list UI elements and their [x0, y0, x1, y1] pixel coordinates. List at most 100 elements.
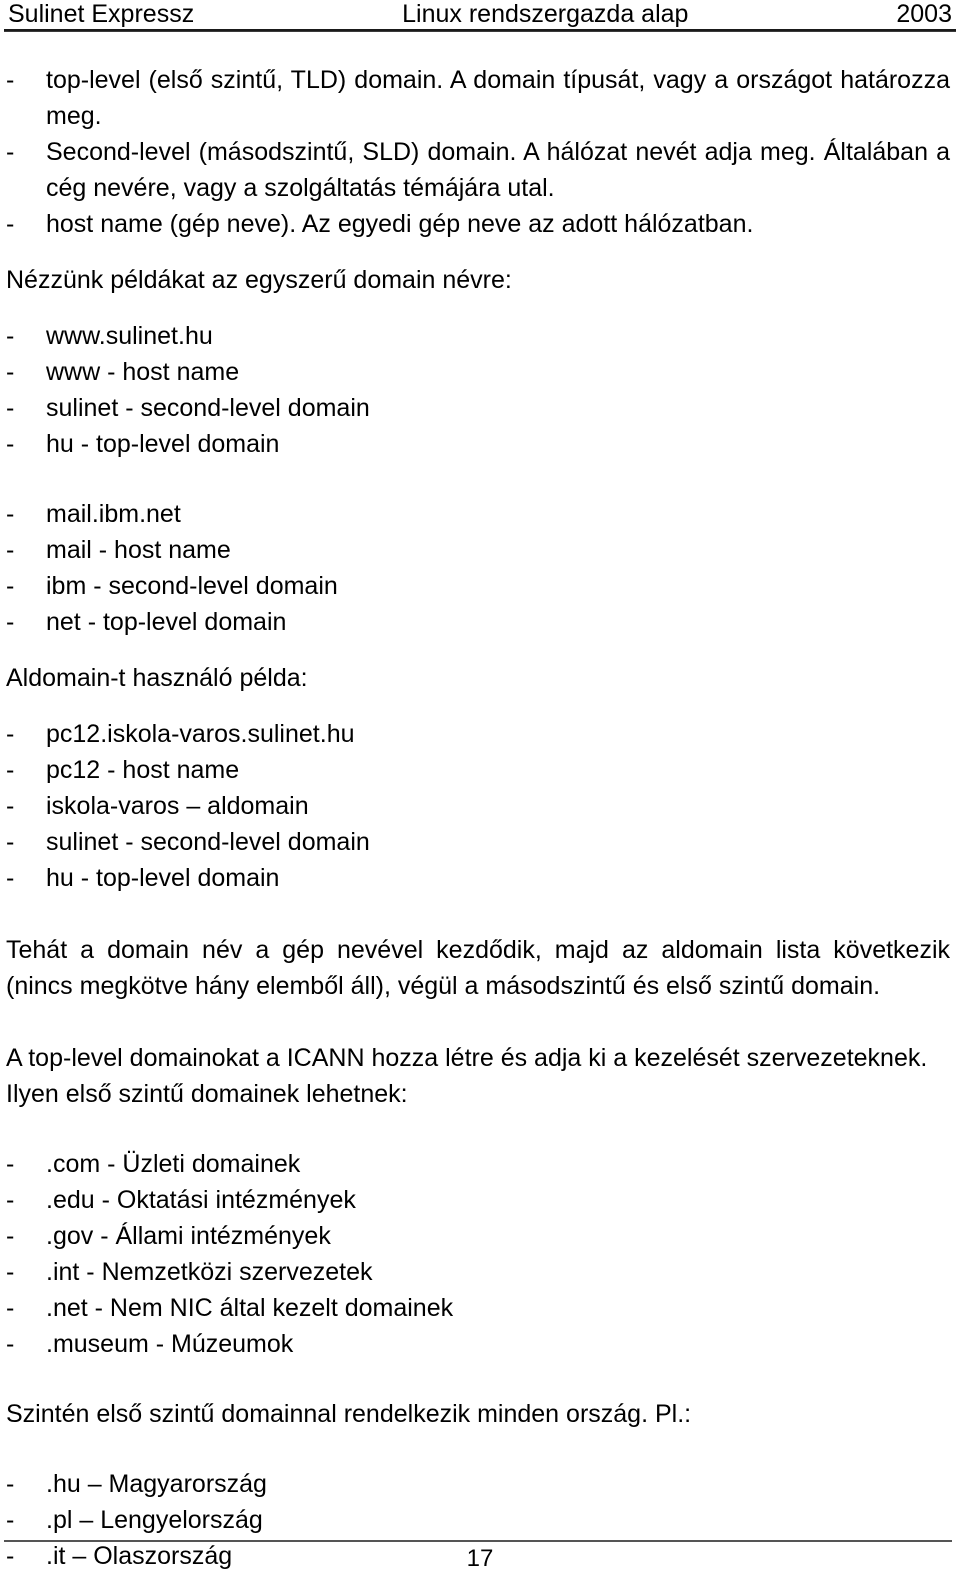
list-item-label: hu - top-level domain [46, 864, 280, 892]
dash-bullet-icon: - [6, 720, 15, 748]
dash-bullet-icon: - [6, 828, 15, 856]
dash-bullet-icon: - [6, 1294, 15, 1322]
list-item-label: net - top-level domain [46, 608, 287, 636]
list-item-label: .pl – Lengyelország [46, 1506, 263, 1534]
list-item: - .gov - Állami intézmények [6, 1218, 950, 1254]
dash-bullet-icon: - [6, 536, 15, 564]
intro-aldomain: Aldomain-t használó példa: [6, 664, 308, 692]
list-item: - mail.ibm.net [6, 496, 950, 532]
list-item: - ibm - second-level domain [6, 568, 950, 604]
list-item-label: Second-level (másodszintű, SLD) domain. … [46, 138, 950, 202]
page-number: 17 [466, 1545, 494, 1569]
domain-level-list: - top-level (első szintű, TLD) domain. A… [6, 62, 950, 242]
list-item: - www.sulinet.hu [6, 318, 950, 354]
list-item-label: .com - Üzleti domainek [46, 1150, 301, 1178]
header-center-title: Linux rendszergazda alap [402, 0, 689, 28]
list-item: - hu - top-level domain [6, 860, 950, 896]
dash-bullet-icon: - [6, 210, 15, 238]
header-left-title: Sulinet Expressz [8, 0, 195, 28]
dash-bullet-icon: - [6, 322, 15, 350]
header-year: 2003 [896, 0, 952, 28]
paragraph-country-domains: Szintén első szintű domainnal rendelkezi… [6, 1400, 692, 1428]
list-item: - .com - Üzleti domainek [6, 1146, 950, 1182]
list-item-label: sulinet - second-level domain [46, 394, 370, 422]
list-item-label: pc12 - host name [46, 756, 240, 784]
running-header: Sulinet Expressz Linux rendszergazda ala… [8, 0, 952, 32]
list-item-label: .int - Nemzetközi szervezetek [46, 1258, 373, 1286]
dash-bullet-icon: - [6, 792, 15, 820]
list-item: - www - host name [6, 354, 950, 390]
list-item: - pc12 - host name [6, 752, 950, 788]
list-item: - host name (gép neve). Az egyedi gép ne… [6, 206, 950, 242]
list-item: - .net - Nem NIC által kezelt domainek [6, 1290, 950, 1326]
paragraph-domain-order: Tehát a domain név a gép nevével kezdődi… [6, 936, 950, 1000]
example-mail-list: - mail.ibm.net - mail - host name - ibm … [6, 496, 950, 640]
list-item-label: www.sulinet.hu [46, 322, 213, 350]
list-item: - Second-level (másodszintű, SLD) domain… [6, 134, 950, 206]
intro-simple-domain: Nézzünk példákat az egyszerű domain névr… [6, 266, 512, 294]
dash-bullet-icon: - [6, 358, 15, 386]
dash-bullet-icon: - [6, 572, 15, 600]
dash-bullet-icon: - [6, 756, 15, 784]
list-item: - mail - host name [6, 532, 950, 568]
list-item: - iskola-varos – aldomain [6, 788, 950, 824]
dash-bullet-icon: - [6, 1506, 15, 1534]
list-item: - sulinet - second-level domain [6, 390, 950, 426]
list-item: - pc12.iskola-varos.sulinet.hu [6, 716, 950, 752]
list-item-label: .edu - Oktatási intézmények [46, 1186, 356, 1214]
document-page: Sulinet Expressz Linux rendszergazda ala… [0, 0, 960, 1569]
dash-bullet-icon: - [6, 864, 15, 892]
paragraph-icann: A top-level domainokat a ICANN hozza lét… [6, 1044, 928, 1108]
list-item-label: .net - Nem NIC által kezelt domainek [46, 1294, 454, 1322]
example-www-list: - www.sulinet.hu - www - host name - sul… [6, 318, 950, 462]
list-item-label: host name (gép neve). Az egyedi gép neve… [46, 210, 754, 238]
page-content: - top-level (első szintű, TLD) domain. A… [6, 62, 950, 1569]
list-item-label: .museum - Múzeumok [46, 1330, 294, 1358]
dash-bullet-icon: - [6, 1150, 15, 1178]
list-item-label: hu - top-level domain [46, 430, 280, 458]
list-item-label: .hu – Magyarország [46, 1470, 267, 1498]
dash-bullet-icon: - [6, 1258, 15, 1286]
dash-bullet-icon: - [6, 1470, 15, 1498]
dash-bullet-icon: - [6, 66, 15, 94]
list-item-label: mail.ibm.net [46, 500, 181, 528]
tld-list: - .com - Üzleti domainek - .edu - Oktatá… [6, 1146, 950, 1362]
dash-bullet-icon: - [6, 1330, 15, 1358]
list-item-label: pc12.iskola-varos.sulinet.hu [46, 720, 355, 748]
list-item: - top-level (első szintű, TLD) domain. A… [6, 62, 950, 134]
dash-bullet-icon: - [6, 1222, 15, 1250]
dash-bullet-icon: - [6, 1186, 15, 1214]
list-item-label: mail - host name [46, 536, 231, 564]
list-item-label: .gov - Állami intézmények [46, 1222, 331, 1250]
list-item: - .pl – Lengyelország [6, 1502, 950, 1538]
example-aldomain-list: - pc12.iskola-varos.sulinet.hu - pc12 - … [6, 716, 950, 896]
list-item-label: iskola-varos – aldomain [46, 792, 309, 820]
dash-bullet-icon: - [6, 138, 15, 166]
list-item: - .int - Nemzetközi szervezetek [6, 1254, 950, 1290]
list-item: - net - top-level domain [6, 604, 950, 640]
list-item-label: ibm - second-level domain [46, 572, 338, 600]
dash-bullet-icon: - [6, 430, 15, 458]
list-item: - .museum - Múzeumok [6, 1326, 950, 1362]
list-item-label: top-level (első szintű, TLD) domain. A d… [46, 66, 950, 130]
dash-bullet-icon: - [6, 394, 15, 422]
header-divider [4, 29, 956, 32]
list-item: - sulinet - second-level domain [6, 824, 950, 860]
list-item: - .edu - Oktatási intézmények [6, 1182, 950, 1218]
dash-bullet-icon: - [6, 608, 15, 636]
list-item-label: www - host name [46, 358, 240, 386]
footer-divider [4, 1540, 952, 1542]
list-item: - hu - top-level domain [6, 426, 950, 462]
list-item: - .hu – Magyarország [6, 1466, 950, 1502]
dash-bullet-icon: - [6, 500, 15, 528]
